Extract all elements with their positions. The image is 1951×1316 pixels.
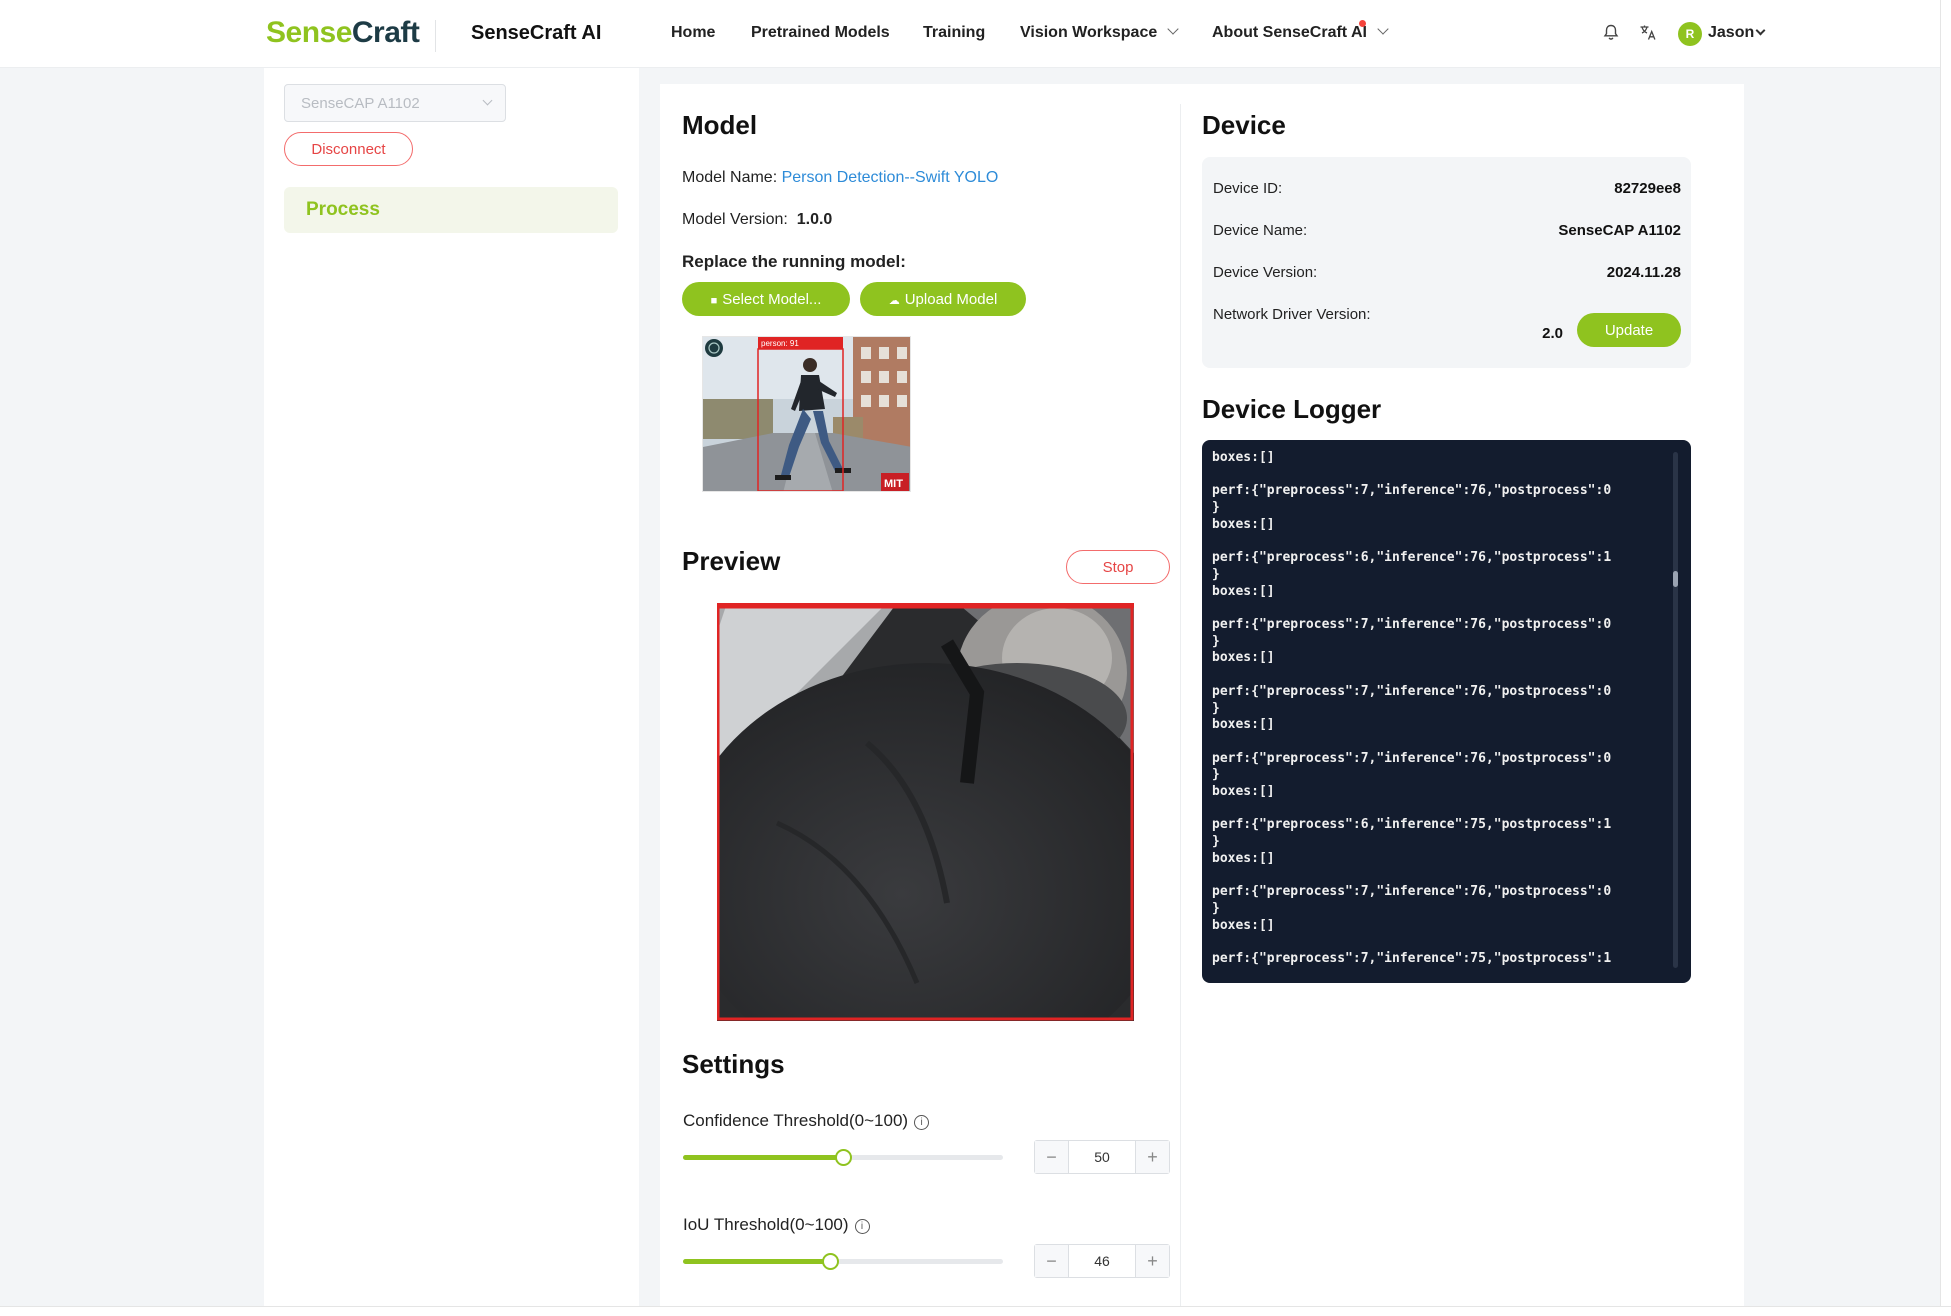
chevron-down-icon[interactable] xyxy=(1755,25,1766,36)
chevron-down-icon xyxy=(1167,23,1179,35)
device-select: SenseCAP A1102 xyxy=(284,84,506,122)
select-model-button[interactable]: ■ Select Model... xyxy=(682,282,850,316)
device-name-label: Device Name: xyxy=(1213,222,1308,239)
device-info-panel: Device ID: 82729ee8 Device Name: SenseCA… xyxy=(1202,157,1691,368)
seeed-logo-icon xyxy=(705,339,723,357)
top-navigation-bar: SenseCraft SenseCraft AI Home Pretrained… xyxy=(0,0,1940,68)
language-icon[interactable] xyxy=(1639,24,1657,42)
camera-preview xyxy=(717,603,1134,1021)
info-icon[interactable]: i xyxy=(854,1219,870,1234)
chevron-down-icon xyxy=(482,95,493,106)
confidence-threshold-row: Confidence Threshold(0~100) i xyxy=(683,1111,930,1131)
confidence-threshold-label: Confidence Threshold(0~100) xyxy=(683,1111,909,1130)
iou-slider-fill xyxy=(683,1259,831,1264)
nav-vision-workspace-label: Vision Workspace xyxy=(1020,24,1158,41)
nav-training[interactable]: Training xyxy=(923,24,985,42)
device-section-title: Device xyxy=(1202,110,1286,140)
upload-model-label: Upload Model xyxy=(904,290,998,308)
disconnect-button[interactable]: Disconnect xyxy=(284,132,413,166)
avatar[interactable]: R xyxy=(1678,22,1702,46)
model-thumbnail: person: 91 MIT xyxy=(702,336,911,492)
increment-button[interactable]: + xyxy=(1135,1141,1169,1173)
iou-threshold-label: IoU Threshold(0~100) xyxy=(683,1215,849,1234)
cloud-upload-icon: ☁ xyxy=(888,294,900,307)
chevron-down-icon xyxy=(1377,23,1389,35)
device-id-value: 82729ee8 xyxy=(1614,180,1681,197)
decrement-button[interactable]: − xyxy=(1035,1141,1069,1173)
info-icon[interactable]: i xyxy=(914,1115,930,1130)
nav-about-label: About SenseCraft AI xyxy=(1212,24,1367,41)
update-button[interactable]: Update xyxy=(1577,313,1681,347)
model-example-image: person: 91 MIT xyxy=(703,337,910,491)
device-logger-console[interactable]: boxes:[] perf:{"preprocess":7,"inference… xyxy=(1202,440,1691,983)
window-right-edge xyxy=(1940,0,1951,1316)
device-version-label: Device Version: xyxy=(1213,264,1318,281)
model-icon: ■ xyxy=(710,294,718,307)
header-divider xyxy=(435,20,436,52)
model-version-label: Model Version: xyxy=(682,211,788,228)
user-name[interactable]: Jason xyxy=(1708,24,1754,42)
model-version-value: 1.0.0 xyxy=(796,211,833,228)
model-name-row: Model Name: Person Detection--Swift YOLO xyxy=(682,169,998,187)
model-version-row: Model Version: 1.0.0 xyxy=(682,211,832,229)
column-divider xyxy=(1180,104,1181,1306)
stop-button[interactable]: Stop xyxy=(1066,550,1170,584)
nav-home[interactable]: Home xyxy=(671,24,715,42)
app-name: SenseCraft AI xyxy=(471,22,602,44)
model-name-link[interactable]: Person Detection--Swift YOLO xyxy=(782,169,999,186)
sidebar-item-label: Process xyxy=(306,199,380,220)
sidebar-item-process[interactable]: Process xyxy=(284,187,618,233)
nav-vision-workspace[interactable]: Vision Workspace xyxy=(1020,23,1179,42)
nav-pretrained-models[interactable]: Pretrained Models xyxy=(751,24,890,42)
left-sidebar xyxy=(264,68,639,1306)
notification-dot xyxy=(1359,20,1366,27)
network-driver-value: 2.0 xyxy=(1542,325,1563,342)
confidence-slider[interactable] xyxy=(683,1149,1003,1166)
select-model-label: Select Model... xyxy=(722,290,822,308)
iou-slider[interactable] xyxy=(683,1253,1003,1270)
confidence-stepper: − 50 + xyxy=(1034,1140,1170,1174)
decrement-button[interactable]: − xyxy=(1035,1245,1069,1277)
confidence-slider-fill xyxy=(683,1155,843,1160)
increment-button[interactable]: + xyxy=(1135,1245,1169,1277)
model-name-label: Model Name: xyxy=(682,169,778,186)
sensecraft-logo[interactable]: SenseCraft xyxy=(266,16,420,50)
logger-scrollbar[interactable] xyxy=(1673,452,1678,968)
device-logger-title: Device Logger xyxy=(1202,394,1382,424)
confidence-slider-handle[interactable] xyxy=(835,1149,852,1166)
device-version-value: 2024.11.28 xyxy=(1606,264,1681,281)
window-bottom-edge xyxy=(0,1306,1951,1316)
model-section-title: Model xyxy=(682,110,758,140)
iou-value-input[interactable]: 46 xyxy=(1069,1245,1135,1277)
network-driver-label: Network Driver Version: xyxy=(1213,306,1371,323)
logger-scrollbar-thumb[interactable] xyxy=(1673,571,1678,587)
confidence-value-input[interactable]: 50 xyxy=(1069,1141,1135,1173)
bell-icon[interactable] xyxy=(1602,24,1620,42)
preview-section-title: Preview xyxy=(682,546,781,576)
device-id-label: Device ID: xyxy=(1213,180,1283,197)
settings-section-title: Settings xyxy=(682,1049,785,1079)
live-camera-frame xyxy=(717,603,1134,1021)
svg-text:MIT: MIT xyxy=(884,478,903,490)
svg-text:person: 91: person: 91 xyxy=(761,339,799,348)
upload-model-button[interactable]: ☁ Upload Model xyxy=(860,282,1026,316)
logger-output: boxes:[] perf:{"preprocess":7,"inference… xyxy=(1212,450,1612,967)
iou-stepper: − 46 + xyxy=(1034,1244,1170,1278)
device-select-value: SenseCAP A1102 xyxy=(301,95,420,112)
iou-threshold-row: IoU Threshold(0~100) i xyxy=(683,1215,870,1235)
device-name-value: SenseCAP A1102 xyxy=(1558,222,1681,239)
replace-model-label: Replace the running model: xyxy=(682,252,906,271)
